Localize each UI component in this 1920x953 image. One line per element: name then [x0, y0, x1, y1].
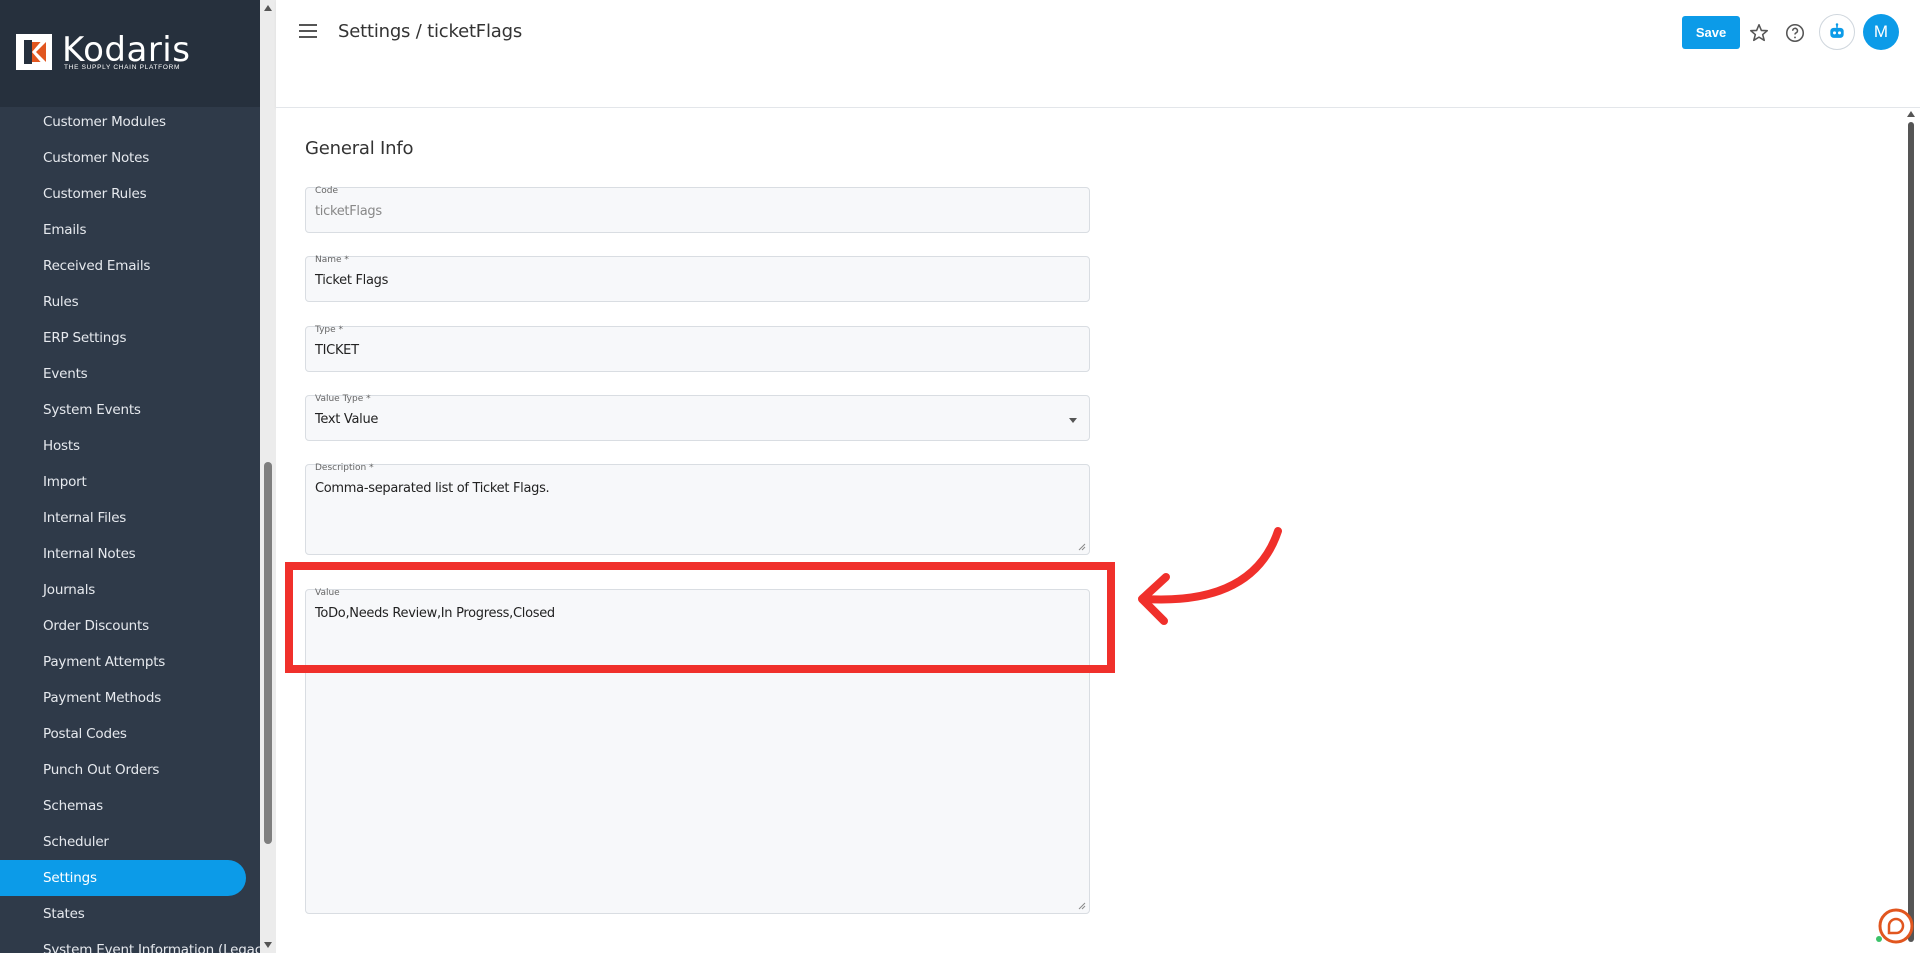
sidebar-item-erp-settings[interactable]: ERP Settings	[0, 320, 260, 356]
help-icon[interactable]	[1784, 22, 1806, 44]
main-content: General Info Code ticketFlags Name * Tic…	[276, 108, 1902, 953]
sidebar-item-punch-out-orders[interactable]: Punch Out Orders	[0, 752, 260, 788]
sidebar-item-payment-attempts[interactable]: Payment Attempts	[0, 644, 260, 680]
sidebar-item-rules[interactable]: Rules	[0, 284, 260, 320]
sidebar: Kodaris THE SUPPLY CHAIN PLATFORM Custom…	[0, 0, 260, 953]
brand-header: Kodaris THE SUPPLY CHAIN PLATFORM	[0, 0, 260, 107]
sidebar-scrollbar[interactable]	[260, 0, 276, 953]
assistant-bot-button[interactable]	[1819, 14, 1855, 50]
resize-handle-icon[interactable]	[1078, 543, 1086, 551]
code-label: Code	[315, 186, 339, 196]
sidebar-item-customer-notes[interactable]: Customer Notes	[0, 140, 260, 176]
value-type-select[interactable]: Value Type * Text Value	[305, 394, 1090, 441]
section-title: General Info	[305, 138, 414, 159]
save-button[interactable]: Save	[1682, 16, 1740, 49]
type-value[interactable]: TICKET	[315, 343, 359, 358]
sidebar-item-events[interactable]: Events	[0, 356, 260, 392]
description-textarea[interactable]: Description * Comma-separated list of Ti…	[305, 463, 1090, 555]
description-label: Description *	[315, 463, 374, 473]
sidebar-item-postal-codes[interactable]: Postal Codes	[0, 716, 260, 752]
star-icon[interactable]	[1748, 22, 1770, 44]
code-value: ticketFlags	[315, 204, 382, 219]
scrollbar-thumb[interactable]	[1908, 122, 1914, 942]
sidebar-item-internal-notes[interactable]: Internal Notes	[0, 536, 260, 572]
brand-tagline: THE SUPPLY CHAIN PLATFORM	[64, 64, 181, 71]
scroll-up-arrow[interactable]	[1907, 111, 1915, 117]
name-label: Name *	[315, 255, 349, 265]
sidebar-item-received-emails[interactable]: Received Emails	[0, 248, 260, 284]
chat-icon[interactable]	[1875, 906, 1915, 946]
sidebar-item-system-events[interactable]: System Events	[0, 392, 260, 428]
sidebar-item-customer-modules[interactable]: Customer Modules	[0, 104, 260, 140]
breadcrumb: Settings / ticketFlags	[338, 21, 522, 42]
sidebar-item-scheduler[interactable]: Scheduler	[0, 824, 260, 860]
user-avatar[interactable]: M	[1863, 14, 1899, 50]
value-type-label: Value Type *	[315, 394, 371, 404]
menu-icon[interactable]	[299, 24, 317, 40]
description-value[interactable]: Comma-separated list of Ticket Flags.	[315, 481, 550, 496]
chevron-down-icon[interactable]	[1069, 418, 1077, 423]
resize-handle-icon[interactable]	[1078, 902, 1086, 910]
type-field[interactable]: Type * TICKET	[305, 325, 1090, 372]
sidebar-nav: Customer Modules Customer Notes Customer R…	[0, 104, 260, 953]
sidebar-item-schemas[interactable]: Schemas	[0, 788, 260, 824]
kodaris-logo-icon	[16, 34, 52, 70]
sidebar-item-internal-files[interactable]: Internal Files	[0, 500, 260, 536]
sidebar-item-import[interactable]: Import	[0, 464, 260, 500]
sidebar-item-payment-methods[interactable]: Payment Methods	[0, 680, 260, 716]
type-label: Type *	[315, 325, 344, 335]
sidebar-item-journals[interactable]: Journals	[0, 572, 260, 608]
name-field[interactable]: Name * Ticket Flags	[305, 255, 1090, 302]
annotation-highlight-box	[285, 562, 1115, 673]
content-scrollbar[interactable]	[1902, 108, 1920, 953]
value-type-selected[interactable]: Text Value	[315, 412, 378, 427]
bot-icon	[1830, 23, 1844, 38]
name-value[interactable]: Ticket Flags	[315, 273, 388, 288]
annotation-arrow-icon	[1138, 527, 1282, 625]
scroll-down-arrow[interactable]	[264, 942, 272, 948]
sidebar-item-settings[interactable]: Settings	[0, 860, 246, 896]
sidebar-item-customer-rules[interactable]: Customer Rules	[0, 176, 260, 212]
sidebar-item-emails[interactable]: Emails	[0, 212, 260, 248]
sidebar-item-order-discounts[interactable]: Order Discounts	[0, 608, 260, 644]
code-field[interactable]: Code ticketFlags	[305, 186, 1090, 233]
sidebar-item-hosts[interactable]: Hosts	[0, 428, 260, 464]
scrollbar-thumb[interactable]	[264, 462, 272, 844]
scroll-up-arrow[interactable]	[264, 5, 272, 11]
sidebar-item-system-event-information-legacy[interactable]: System Event Information (Legacy)	[0, 932, 260, 953]
top-header: Settings / ticketFlags Save M	[276, 0, 1920, 108]
sidebar-item-states[interactable]: States	[0, 896, 260, 932]
